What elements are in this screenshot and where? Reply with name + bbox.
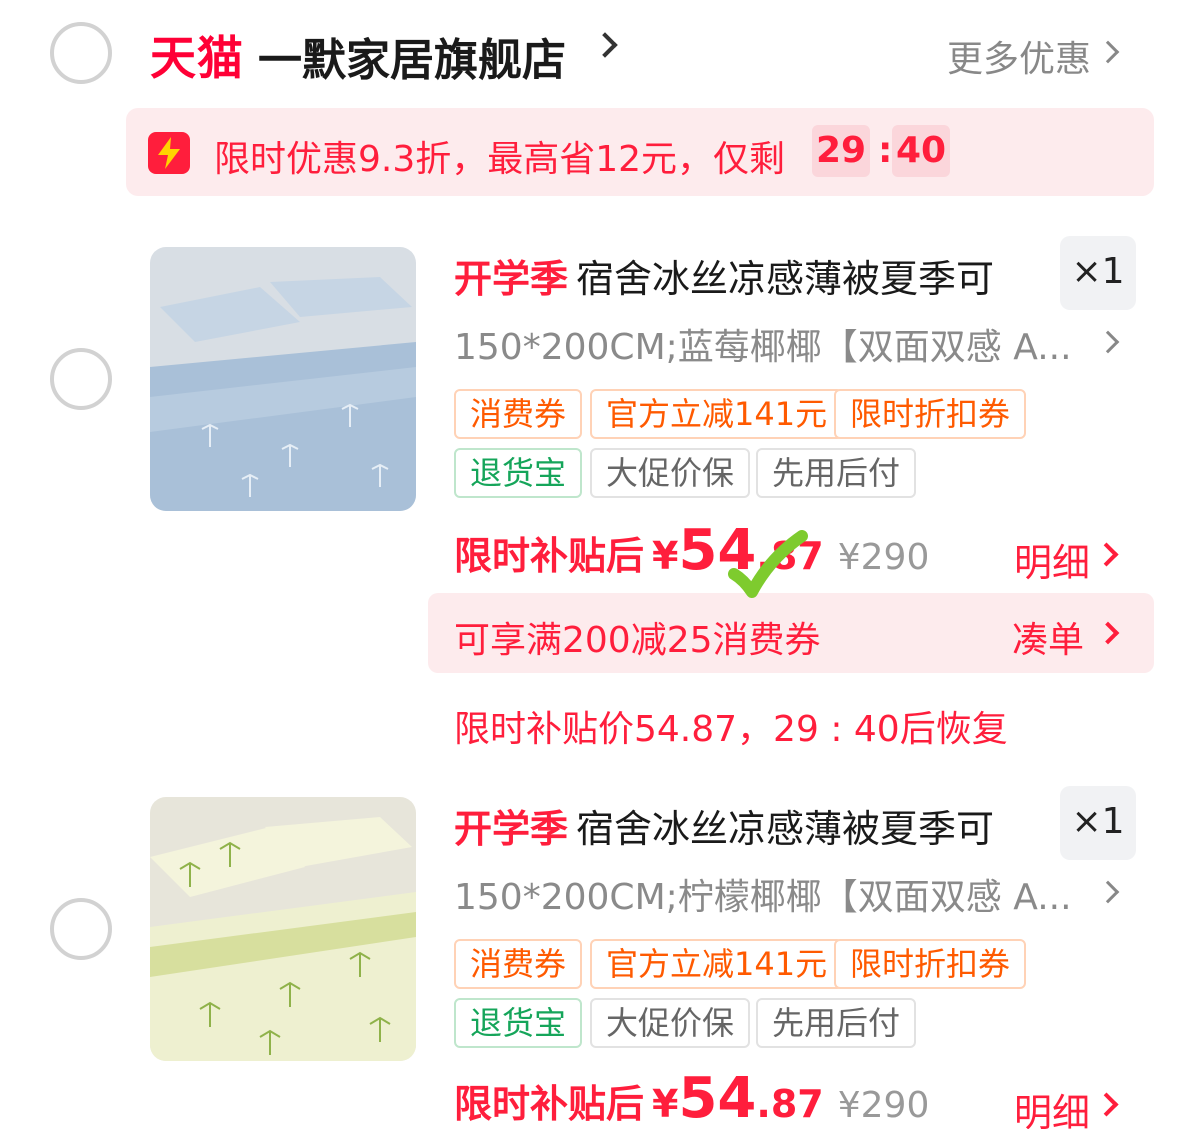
currency-symbol: ¥ — [652, 534, 679, 578]
store-name-link[interactable]: 一默家居旗舰店 — [258, 24, 566, 88]
price-detail-link[interactable]: 明细 — [1014, 1082, 1090, 1129]
timer-minutes: 29 — [812, 125, 871, 177]
tag-price-protection: 大促价保 — [590, 998, 751, 1048]
tag-return-insurance: 退货宝 — [454, 448, 583, 498]
more-deals-link[interactable]: 更多优惠 — [947, 30, 1091, 82]
tag-consumer-coupon: 消费券 — [454, 939, 583, 989]
lightning-icon — [148, 132, 190, 174]
tag-official-discount: 官方立减141元 — [590, 939, 844, 989]
spec-selector[interactable]: 150*200CM;蓝莓椰椰【双面双感 A... — [454, 318, 1072, 370]
coupon-text: 可享满200减25消费券 — [454, 620, 821, 661]
item-select-radio[interactable] — [50, 898, 112, 960]
tag-discount-coupon: 限时折扣券 — [834, 389, 1027, 439]
product-image[interactable] — [150, 247, 416, 511]
price-detail-link[interactable]: 明细 — [1014, 532, 1090, 587]
chevron-right-icon — [1094, 542, 1119, 567]
product-title-text: 宿舍冰丝凉感薄被夏季可 — [576, 807, 995, 851]
original-price: ¥290 — [837, 1085, 930, 1126]
original-price: ¥290 — [837, 537, 930, 578]
price-integer: 54 — [678, 1066, 757, 1129]
chevron-right-icon — [1096, 330, 1120, 354]
coupon-bar: 可享满200减25消费券 凑单 — [428, 593, 1154, 673]
checkmark-icon — [728, 530, 808, 604]
tag-consumer-coupon: 消费券 — [454, 389, 583, 439]
price-row: 限时补贴后 ¥54.87 ¥290 — [454, 1066, 929, 1129]
restore-note: 限时补贴价54.87，29 : 40后恢复 — [454, 709, 1008, 750]
quantity-button[interactable]: ×1 — [1060, 236, 1136, 310]
tag-official-discount: 官方立减141元 — [590, 389, 844, 439]
quantity-button[interactable]: ×1 — [1060, 786, 1136, 860]
chevron-right-icon — [1096, 40, 1120, 64]
timer-seconds: 40 — [892, 125, 951, 177]
tag-discount-coupon: 限时折扣券 — [834, 939, 1027, 989]
timer-separator: : — [878, 130, 893, 171]
item-select-radio[interactable] — [50, 348, 112, 410]
price-label: 限时补贴后 — [454, 1082, 645, 1126]
tag-pay-later: 先用后付 — [756, 998, 917, 1048]
tmall-logo: 天猫 — [150, 31, 244, 85]
product-title[interactable]: 开学季 宿舍冰丝凉感薄被夏季可 — [454, 248, 994, 303]
chevron-right-icon — [1094, 1092, 1119, 1117]
store-header: 天猫 一默家居旗舰店 更多优惠 — [0, 0, 1179, 104]
currency-symbol: ¥ — [652, 1082, 679, 1126]
product-title[interactable]: 开学季 宿舍冰丝凉感薄被夏季可 — [454, 798, 994, 853]
tag-pay-later: 先用后付 — [756, 448, 917, 498]
spec-selector[interactable]: 150*200CM;柠檬椰椰【双面双感 A... — [454, 868, 1072, 920]
product-title-text: 宿舍冰丝凉感薄被夏季可 — [576, 257, 995, 301]
tag-price-protection: 大促价保 — [590, 448, 751, 498]
chevron-right-icon — [592, 32, 618, 58]
price-row: 限时补贴后 ¥54.87 ¥290 — [454, 518, 929, 583]
season-tag: 开学季 — [454, 807, 569, 851]
product-image[interactable] — [150, 797, 416, 1061]
tag-return-insurance: 退货宝 — [454, 998, 583, 1048]
price-decimal: .87 — [756, 1082, 824, 1126]
price-label: 限时补贴后 — [454, 534, 645, 578]
chevron-right-icon — [1096, 880, 1120, 904]
add-on-link[interactable]: 凑单 — [1012, 611, 1084, 663]
season-tag: 开学季 — [454, 257, 569, 301]
promo-text: 限时优惠9.3折，最高省12元，仅剩 — [214, 139, 786, 180]
store-select-radio[interactable] — [50, 22, 112, 84]
chevron-right-icon — [1096, 621, 1120, 645]
promo-banner: 限时优惠9.3折，最高省12元，仅剩 29 : 40 — [126, 108, 1154, 196]
